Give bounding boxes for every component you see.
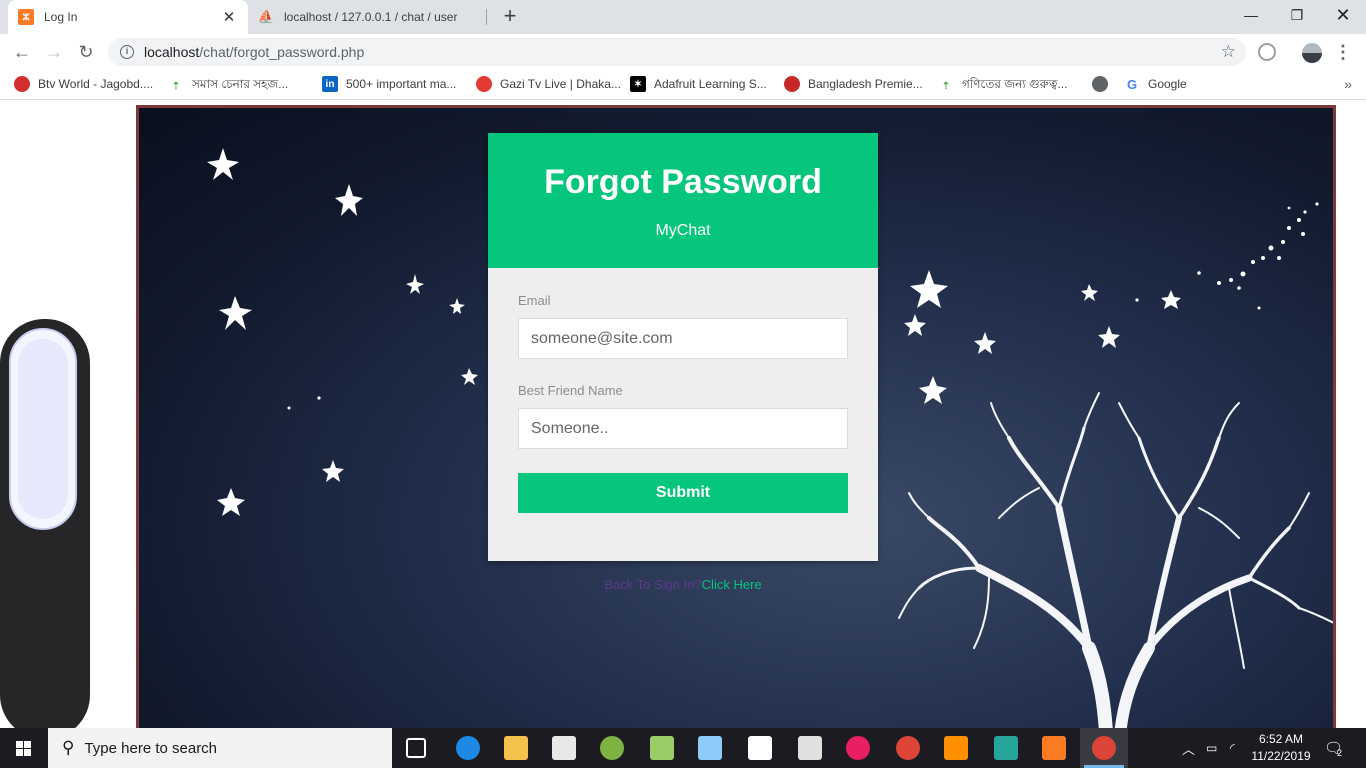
restore-button[interactable]: ❐ xyxy=(1274,0,1320,30)
clock-time: 6:52 AM xyxy=(1258,732,1304,746)
bookmark-label: সমাস চেনার সহজ... xyxy=(192,77,289,91)
phpmyadmin-icon: ⛵ xyxy=(257,9,275,24)
xampp-taskbar-icon[interactable] xyxy=(1042,736,1066,760)
bookmark-item[interactable]: ⇡ গণিতের জন্য গুরুত্ব... xyxy=(938,76,1068,96)
new-tab-button[interactable]: + xyxy=(498,5,522,29)
bookmark-item[interactable]: ⇡ সমাস চেনার সহজ... xyxy=(168,76,288,96)
tab-title: localhost / 127.0.0.1 / chat / user xyxy=(284,10,458,24)
tray-chevron-icon[interactable]: ︿ xyxy=(1182,728,1195,768)
wifi-icon[interactable]: ◜ xyxy=(1230,728,1235,768)
close-tab-icon[interactable]: ✕ xyxy=(220,8,238,26)
bookmark-item[interactable]: Btv World - Jagobd.... xyxy=(14,76,153,92)
bookmarks-bar: Btv World - Jagobd.... ⇡ সমাস চেনার সহজ.… xyxy=(0,70,1366,100)
page-content: Forgot Password MyChat Email Best Friend… xyxy=(0,101,1366,728)
bookmark-label: Adafruit Learning S... xyxy=(654,77,767,91)
email-field[interactable] xyxy=(518,318,848,359)
system-clock[interactable]: 6:52 AM 11/22/2019 xyxy=(1244,731,1318,765)
store-icon[interactable] xyxy=(552,736,576,760)
notification-count: 2 xyxy=(1337,748,1343,758)
windows-icon xyxy=(16,741,31,756)
taskbar-search[interactable]: ⚲ Type here to search xyxy=(48,728,392,768)
pin-icon: ⇡ xyxy=(941,80,951,92)
bookmark-item[interactable]: Bangladesh Premie... xyxy=(784,76,923,92)
address-bar[interactable]: i localhost/chat/forgot_password.php ☆ xyxy=(108,38,1246,66)
bookmark-item[interactable]: in 500+ important ma... xyxy=(322,76,456,92)
globe-icon xyxy=(1092,76,1108,92)
chrome-active-button[interactable] xyxy=(1080,728,1128,768)
close-window-button[interactable]: ✕ xyxy=(1320,0,1366,30)
submit-button[interactable]: Submit xyxy=(518,473,848,513)
gazi-icon xyxy=(476,76,492,92)
google-icon: G xyxy=(1126,76,1138,92)
file-explorer-icon[interactable] xyxy=(504,736,528,760)
tab-phpmyadmin[interactable]: ⛵ localhost / 127.0.0.1 / chat / user xyxy=(248,0,486,34)
btv-icon xyxy=(14,76,30,92)
vlc-icon[interactable] xyxy=(944,736,968,760)
search-placeholder: Type here to search xyxy=(84,739,218,757)
media-player-icon[interactable] xyxy=(994,736,1018,760)
profile-avatar[interactable] xyxy=(1302,43,1322,63)
chrome-profile-icon[interactable] xyxy=(896,736,920,760)
notifications-icon[interactable]: 🗨 2 xyxy=(1324,728,1343,768)
bookmark-item[interactable] xyxy=(1092,76,1116,92)
search-icon: ⚲ xyxy=(62,738,75,757)
bookmark-label: Bangladesh Premie... xyxy=(808,77,923,91)
click-here-link[interactable]: Click Here xyxy=(702,577,762,592)
app-name: MyChat xyxy=(655,222,711,239)
virtualbox-icon[interactable] xyxy=(698,736,722,760)
menu-icon[interactable]: ⋮ xyxy=(1334,40,1352,64)
browser-toolbar: ← → ↻ i localhost/chat/forgot_password.p… xyxy=(0,34,1366,70)
extension-icon[interactable] xyxy=(1258,43,1276,61)
start-button[interactable] xyxy=(0,728,48,768)
bookmark-item[interactable]: Gazi Tv Live | Dhaka... xyxy=(476,76,621,92)
forgot-password-card: Forgot Password MyChat Email Best Friend… xyxy=(488,133,878,561)
usb-lamp-image xyxy=(0,319,90,728)
info-icon[interactable]: i xyxy=(120,45,134,59)
page-title: Forgot Password xyxy=(544,163,822,201)
paint-icon[interactable] xyxy=(846,736,870,760)
bookmark-label: গণিতের জন্য গুরুত্ব... xyxy=(962,77,1068,91)
clock-date: 11/22/2019 xyxy=(1251,749,1311,763)
bookmark-label: Gazi Tv Live | Dhaka... xyxy=(500,77,621,91)
tab-strip: ⵣ Log In ✕ ⛵ localhost / 127.0.0.1 / cha… xyxy=(0,0,1366,34)
taskbar: ⚲ Type here to search ︿ ▭ ◜ 6:52 AM 11/2… xyxy=(0,728,1366,768)
calculator-icon[interactable] xyxy=(798,736,822,760)
tab-title: Log In xyxy=(44,10,78,24)
minimize-button[interactable]: — xyxy=(1228,0,1274,30)
pin-icon: ⇡ xyxy=(171,80,181,92)
card-header: Forgot Password MyChat xyxy=(488,133,878,268)
cricket-ball-icon xyxy=(784,76,800,92)
task-view-icon[interactable] xyxy=(406,738,426,758)
tab-separator xyxy=(486,9,487,25)
battery-icon[interactable]: ▭ xyxy=(1206,728,1217,768)
email-label: Email xyxy=(518,293,551,308)
xampp-icon: ⵣ xyxy=(18,9,34,25)
bookmark-label: Google xyxy=(1148,77,1187,91)
notepad-plus-icon[interactable] xyxy=(650,736,674,760)
card-body: Email Best Friend Name Submit xyxy=(488,268,878,513)
url-path: /chat/forgot_password.php xyxy=(199,44,365,60)
chrome-icon xyxy=(1092,736,1116,760)
back-text: Back To Sign In? xyxy=(604,577,702,592)
forward-button[interactable]: → xyxy=(42,40,66,64)
bookmark-label: 500+ important ma... xyxy=(346,77,457,91)
android-studio-icon[interactable] xyxy=(600,736,624,760)
tab-log-in[interactable]: ⵣ Log In ✕ xyxy=(8,0,248,34)
linkedin-icon: in xyxy=(322,76,338,92)
best-friend-field[interactable] xyxy=(518,408,848,449)
back-to-sign-in: Back To Sign In?Click Here xyxy=(488,577,878,592)
bookmark-star-icon[interactable]: ☆ xyxy=(1221,42,1236,62)
more-bookmarks-icon[interactable]: » xyxy=(1344,76,1352,92)
url-host: localhost xyxy=(144,44,200,60)
mail-icon[interactable] xyxy=(748,736,772,760)
bookmark-item[interactable]: ✶ Adafruit Learning S... xyxy=(630,76,767,92)
back-button[interactable]: ← xyxy=(10,40,34,64)
bookmark-item[interactable]: G Google xyxy=(1124,76,1187,92)
reload-button[interactable]: ↻ xyxy=(74,40,98,64)
adafruit-star-icon: ✶ xyxy=(630,76,646,92)
best-friend-label: Best Friend Name xyxy=(518,383,623,398)
edge-icon[interactable] xyxy=(456,736,480,760)
bookmark-label: Btv World - Jagobd.... xyxy=(38,77,154,91)
